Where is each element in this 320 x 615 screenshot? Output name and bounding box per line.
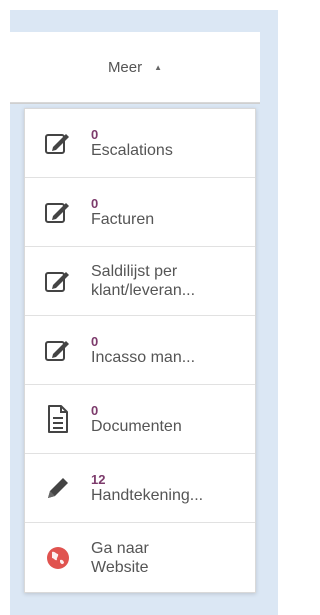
- pencil-icon: [25, 474, 91, 502]
- more-dropdown: 0 Escalations 0 Facturen Saldilijst per …: [24, 108, 256, 593]
- menu-item-website[interactable]: Ga naar Website: [25, 523, 255, 592]
- menu-item-incasso[interactable]: 0 Incasso man...: [25, 316, 255, 385]
- document-icon: [25, 404, 91, 434]
- edit-icon: [25, 267, 91, 295]
- saldilijst-label-line1: Saldilijst per: [91, 263, 178, 280]
- caret-up-icon: ▲: [154, 62, 163, 72]
- facturen-count: 0: [91, 195, 99, 211]
- left-strip: [0, 10, 10, 615]
- incasso-count: 0: [91, 333, 99, 349]
- top-strip: [0, 0, 278, 10]
- documenten-label: Documenten: [91, 417, 182, 435]
- globe-icon: [25, 546, 91, 570]
- header-divider: [10, 103, 260, 104]
- documenten-count: 0: [91, 402, 99, 418]
- edit-icon: [25, 336, 91, 364]
- facturen-label: Facturen: [91, 210, 155, 228]
- edit-icon: [25, 198, 91, 226]
- website-label-line2: Website: [91, 558, 149, 576]
- saldilijst-label-line2: klant/leveran...: [91, 282, 196, 299]
- escalations-count: 0: [91, 126, 99, 142]
- menu-item-documenten[interactable]: 0 Documenten: [25, 385, 255, 454]
- menu-item-escalations[interactable]: 0 Escalations: [25, 109, 255, 178]
- menu-item-handtekening[interactable]: 12 Handtekening...: [25, 454, 255, 523]
- escalations-label: Escalations: [91, 141, 173, 159]
- handtekening-label: Handtekening...: [91, 486, 204, 504]
- incasso-label: Incasso man...: [91, 348, 196, 366]
- website-label-line1: Ga naar: [91, 539, 149, 557]
- more-button[interactable]: Meer ▲: [10, 32, 260, 102]
- menu-item-saldilijst[interactable]: Saldilijst per klant/leveran...: [25, 247, 255, 316]
- more-label: Meer: [107, 58, 143, 76]
- edit-icon: [25, 129, 91, 157]
- menu-item-facturen[interactable]: 0 Facturen: [25, 178, 255, 247]
- handtekening-count: 12: [91, 471, 106, 487]
